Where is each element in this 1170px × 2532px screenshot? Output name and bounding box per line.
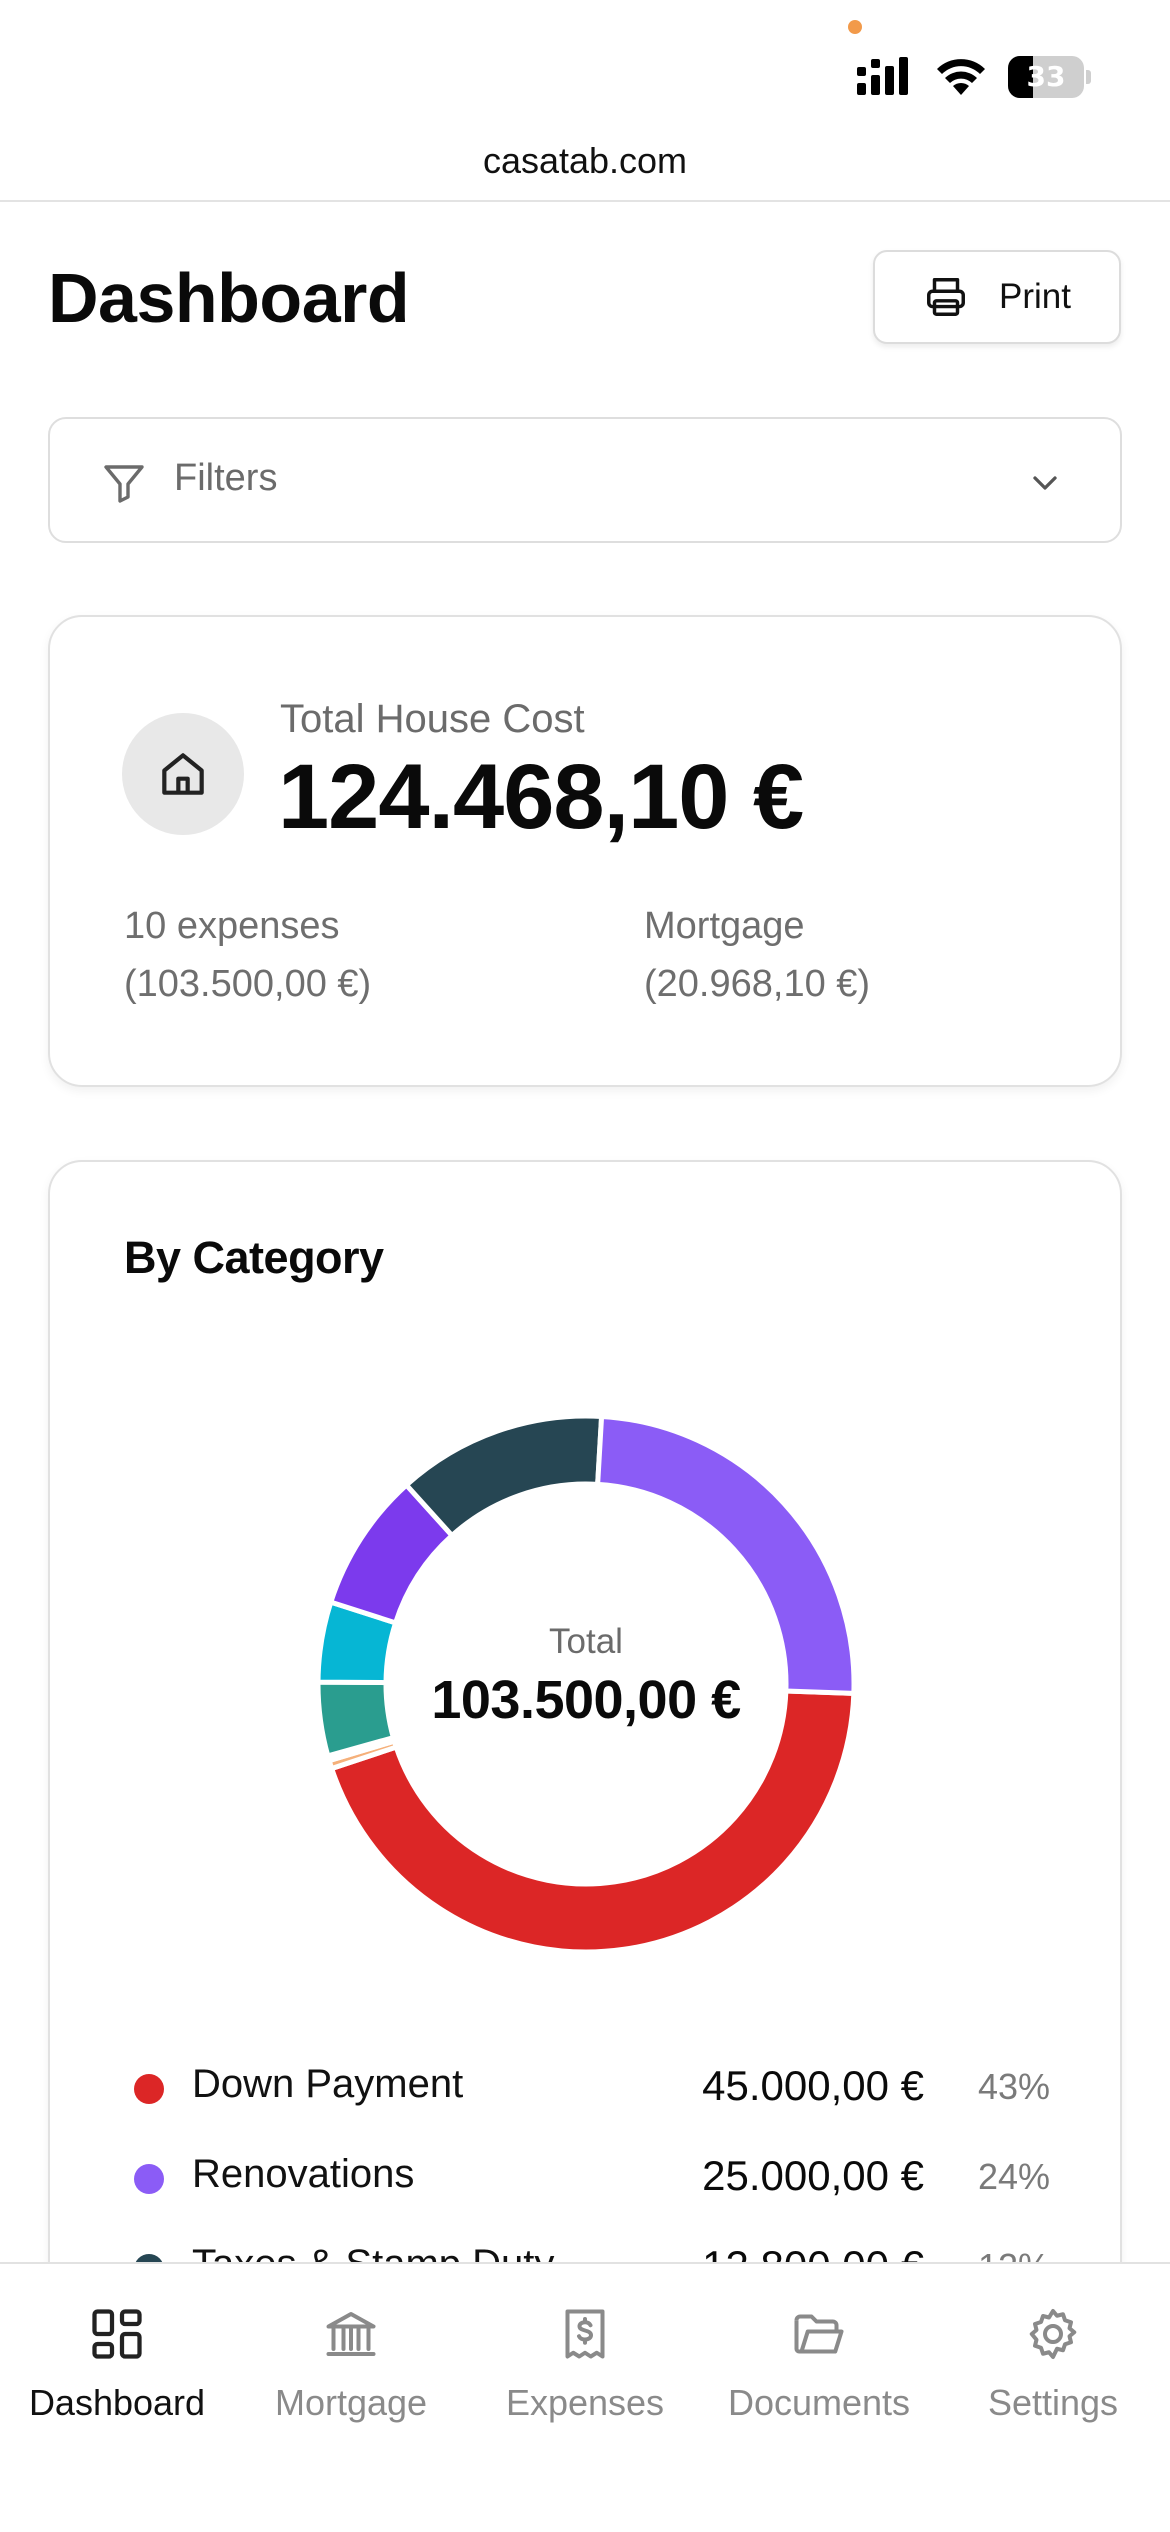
- dashboard-icon: [92, 2309, 142, 2359]
- nav-item-documents[interactable]: Documents: [702, 2294, 936, 2454]
- folder-icon: [794, 2314, 844, 2354]
- legend-value: 25.000,00 €: [702, 2152, 924, 2199]
- donut-caption: Total: [549, 1622, 623, 1661]
- legend-percent: 43%: [977, 2066, 1050, 2107]
- by-category-card: By Category Total 103.500,00 € Down Paym…: [48, 1160, 1122, 2360]
- filters-label: Filters: [174, 457, 278, 499]
- legend-item: Renovations 25.000,00 € 24%: [130, 2132, 1090, 2222]
- expenses-amount: (103.500,00 €): [124, 963, 372, 1005]
- category-title: By Category: [124, 1232, 384, 1283]
- legend-item: Down Payment 45.000,00 € 43%: [130, 2042, 1090, 2132]
- privacy-indicator-dot: [848, 20, 862, 34]
- legend-percent: 24%: [977, 2156, 1050, 2197]
- total-cost-card: Total House Cost 124.468,10 € 10 expense…: [48, 615, 1122, 1087]
- mortgage-amount: (20.968,10 €): [644, 963, 871, 1005]
- receipt-icon: [565, 2309, 605, 2359]
- legend-color-dot: [134, 2164, 164, 2194]
- expenses-count: 10 expenses: [124, 905, 340, 947]
- print-button-label: Print: [999, 277, 1071, 316]
- nav-label-settings: Settings: [987, 2382, 1119, 2423]
- status-bar: 33: [0, 0, 1170, 130]
- total-cost-amount: 124.468,10 €: [278, 746, 804, 848]
- legend-value: 45.000,00 €: [702, 2062, 924, 2109]
- donut-total: 103.500,00 €: [431, 1670, 741, 1730]
- house-icon: [162, 753, 204, 795]
- print-button[interactable]: Print: [873, 250, 1121, 344]
- nav-label-expenses: Expenses: [505, 2382, 665, 2423]
- bank-icon: [326, 2312, 376, 2356]
- battery-level: 33: [1026, 60, 1066, 93]
- printer-icon: [927, 278, 965, 316]
- legend-color-dot: [134, 2074, 164, 2104]
- nav-label-dashboard: Dashboard: [28, 2382, 206, 2423]
- bottom-navigation: Dashboard Mortgage Expenses Documents Se…: [0, 2262, 1170, 2532]
- nav-label-mortgage: Mortgage: [274, 2382, 428, 2423]
- mortgage-label: Mortgage: [644, 905, 805, 947]
- wifi-icon: [937, 59, 985, 95]
- nav-item-mortgage[interactable]: Mortgage: [234, 2294, 468, 2454]
- nav-item-settings[interactable]: Settings: [936, 2294, 1170, 2454]
- filter-icon: [104, 465, 144, 503]
- gear-icon: [1029, 2309, 1077, 2359]
- nav-item-expenses[interactable]: Expenses: [468, 2294, 702, 2454]
- legend-name: Renovations: [192, 2152, 415, 2196]
- battery-icon: 33: [1008, 56, 1091, 98]
- nav-label-documents: Documents: [727, 2382, 911, 2423]
- total-cost-label: Total House Cost: [280, 697, 585, 741]
- house-avatar: [122, 713, 244, 835]
- url-text: casatab.com: [482, 140, 688, 181]
- nav-item-dashboard[interactable]: Dashboard: [0, 2294, 234, 2454]
- address-bar[interactable]: casatab.com: [0, 130, 1170, 202]
- donut-slice: [402, 1414, 605, 1540]
- filters-dropdown[interactable]: Filters: [48, 417, 1122, 543]
- legend-name: Down Payment: [192, 2062, 464, 2106]
- page-title: Dashboard: [48, 259, 410, 337]
- cellular-signal-icon: [857, 57, 908, 95]
- chevron-down-icon: [1033, 476, 1057, 490]
